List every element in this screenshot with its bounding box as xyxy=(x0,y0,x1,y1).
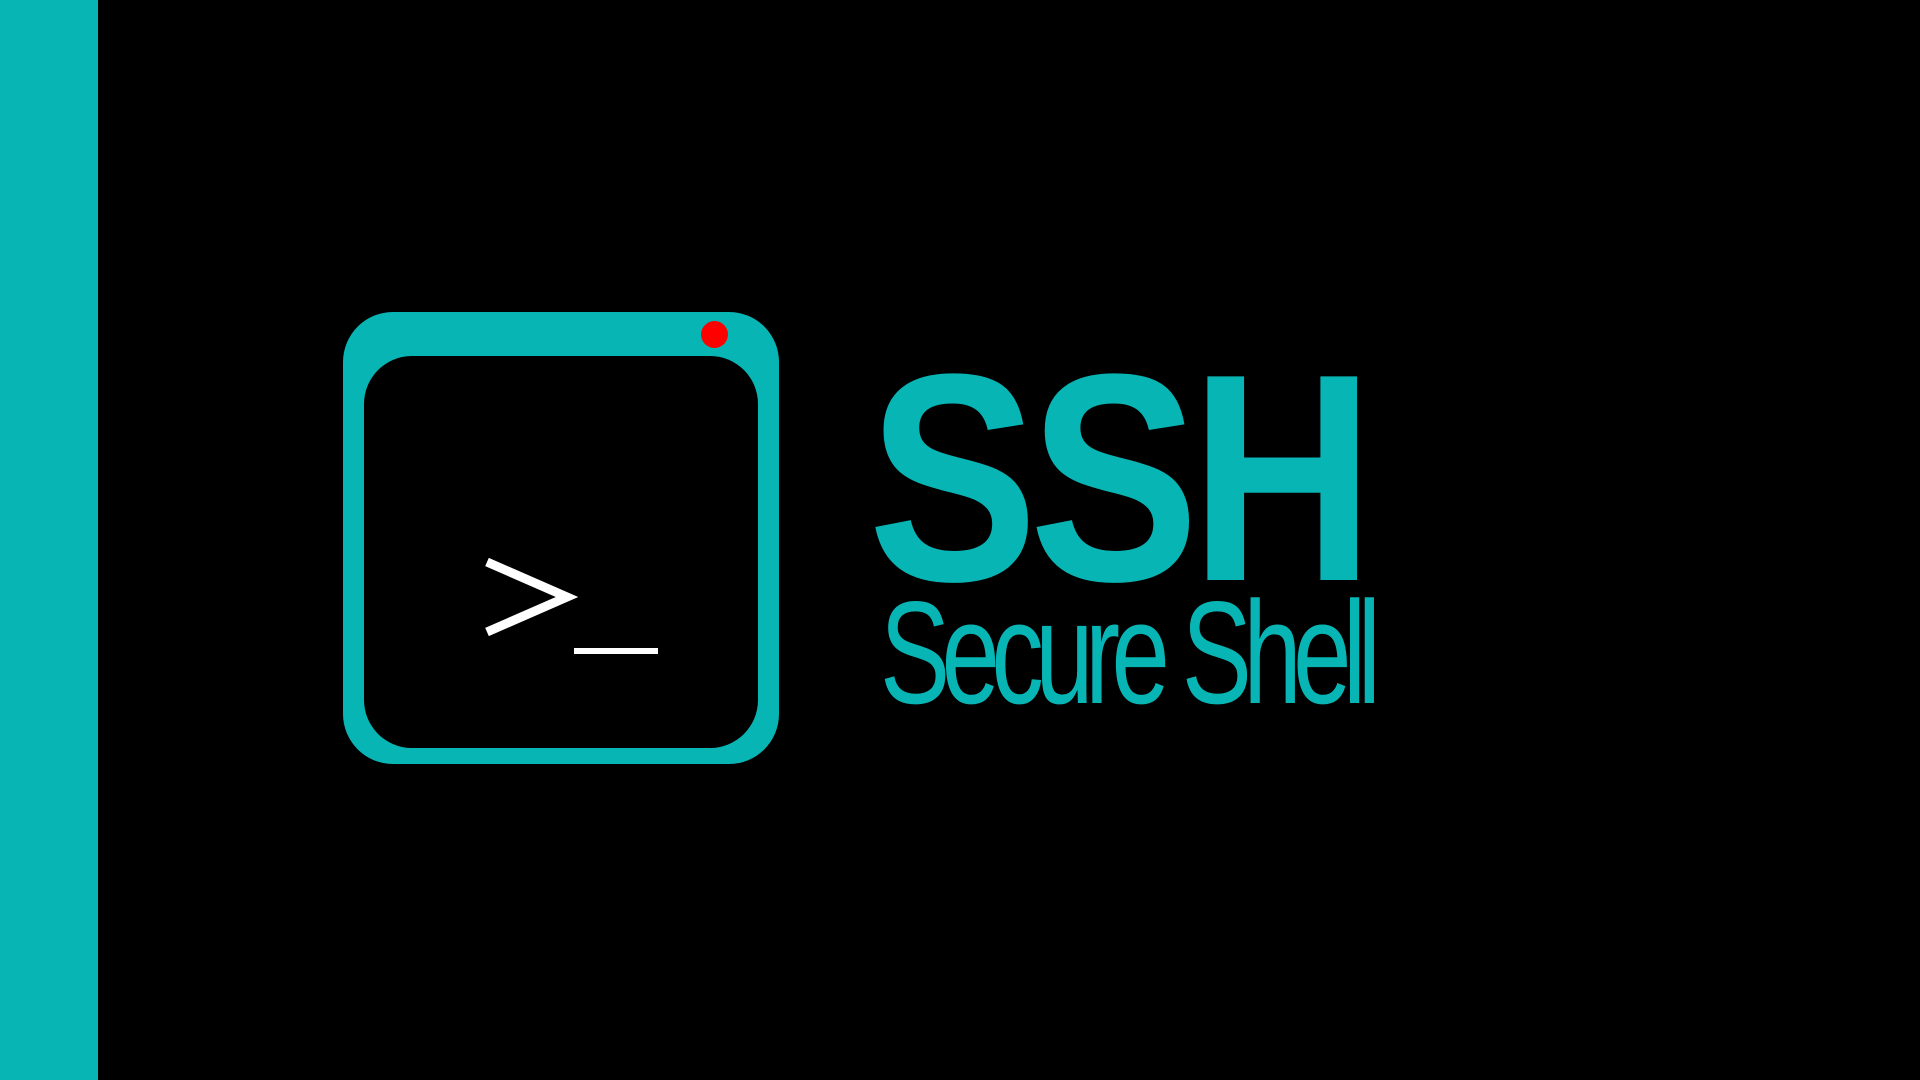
terminal-screen xyxy=(364,356,758,748)
terminal-window-icon xyxy=(343,312,779,764)
logo-subtitle: Secure Shell xyxy=(880,571,1381,734)
prompt-chevron-icon xyxy=(485,557,578,637)
red-dot-icon xyxy=(701,321,728,348)
accent-side-bar xyxy=(0,0,98,1080)
prompt-cursor-icon xyxy=(574,648,658,654)
